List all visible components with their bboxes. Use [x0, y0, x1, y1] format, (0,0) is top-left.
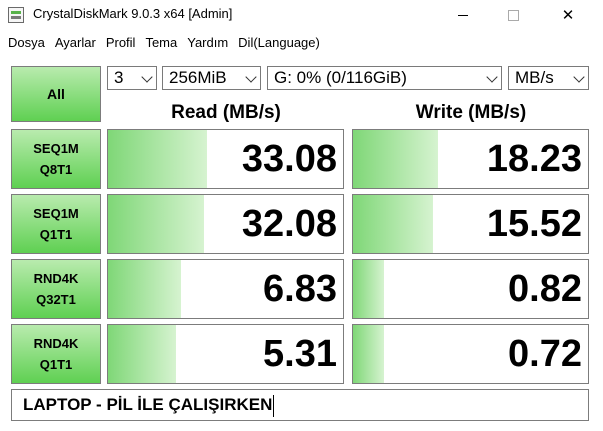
write-bar: [353, 130, 438, 188]
minimize-icon: [458, 14, 468, 16]
read-bar: [108, 325, 177, 383]
read-result: 6.83: [107, 259, 344, 319]
menu-profile[interactable]: Profil: [102, 35, 140, 50]
close-icon: ✕: [561, 7, 575, 24]
test-name: RND4K: [33, 271, 79, 286]
test-count-select[interactable]: 3: [107, 66, 157, 90]
drive-select[interactable]: G: 0% (0/116GiB): [267, 66, 502, 90]
write-result: 15.52: [352, 194, 589, 254]
comment-input[interactable]: LAPTOP - PİL İLE ÇALIŞIRKEN: [11, 389, 589, 421]
chevron-down-icon: [573, 71, 585, 83]
maximize-button[interactable]: [490, 0, 536, 30]
write-result: 0.82: [352, 259, 589, 319]
write-value: 18.23: [486, 137, 582, 180]
read-result: 32.08: [107, 194, 344, 254]
test-queue: Q8T1: [39, 162, 73, 177]
test-size-value: 256MiB: [169, 68, 227, 87]
close-button[interactable]: ✕: [545, 0, 591, 30]
write-bar: [353, 195, 433, 253]
window-title: CrystalDiskMark 9.0.3 x64 [Admin]: [33, 6, 233, 21]
menu-settings[interactable]: Ayarlar: [51, 35, 100, 50]
test-button-seq1m-q8t1[interactable]: SEQ1M Q8T1: [11, 129, 101, 189]
minimize-button[interactable]: [440, 0, 486, 30]
read-result: 33.08: [107, 129, 344, 189]
test-button-rnd4k-q1t1[interactable]: RND4K Q1T1: [11, 324, 101, 384]
write-bar: [353, 325, 384, 383]
test-size-select[interactable]: 256MiB: [162, 66, 261, 90]
write-value: 0.72: [508, 332, 582, 375]
test-count-value: 3: [114, 68, 124, 87]
write-result: 18.23: [352, 129, 589, 189]
read-value: 32.08: [241, 202, 337, 245]
menu-theme[interactable]: Tema: [141, 35, 181, 50]
main-panel: All 3 256MiB G: 0% (0/116GiB) MB/s Read …: [0, 56, 603, 431]
maximize-icon: [507, 9, 519, 21]
all-button[interactable]: All: [11, 66, 101, 122]
write-value: 15.52: [486, 202, 582, 245]
menu-bar: Dosya Ayarlar Profil Tema Yardım Dil(Lan…: [0, 30, 603, 54]
crystaldiskmark-icon: [8, 7, 24, 23]
write-bar: [353, 260, 384, 318]
menu-file[interactable]: Dosya: [4, 35, 49, 50]
read-bar: [108, 195, 205, 253]
write-result: 0.72: [352, 324, 589, 384]
read-result: 5.31: [107, 324, 344, 384]
read-header: Read (MB/s): [171, 102, 281, 123]
chevron-down-icon: [141, 71, 153, 83]
chevron-down-icon: [245, 71, 257, 83]
test-button-seq1m-q1t1[interactable]: SEQ1M Q1T1: [11, 194, 101, 254]
test-name: SEQ1M: [33, 206, 79, 221]
title-bar: CrystalDiskMark 9.0.3 x64 [Admin] ✕: [0, 0, 603, 30]
test-queue: Q1T1: [39, 227, 73, 242]
menu-language[interactable]: Dil(Language): [234, 35, 324, 50]
test-name: RND4K: [33, 336, 79, 351]
read-bar: [108, 260, 181, 318]
write-header: Write (MB/s): [415, 102, 527, 123]
drive-value: G: 0% (0/116GiB): [274, 68, 407, 87]
test-name: SEQ1M: [33, 141, 79, 156]
unit-select[interactable]: MB/s: [508, 66, 589, 90]
chevron-down-icon: [486, 71, 498, 83]
comment-text: LAPTOP - PİL İLE ÇALIŞIRKEN: [23, 395, 273, 414]
text-caret: [273, 394, 275, 417]
write-value: 0.82: [508, 267, 582, 310]
unit-value: MB/s: [515, 68, 554, 87]
read-bar: [108, 130, 207, 188]
read-value: 33.08: [241, 137, 337, 180]
menu-help[interactable]: Yardım: [183, 35, 232, 50]
test-button-rnd4k-q32t1[interactable]: RND4K Q32T1: [11, 259, 101, 319]
read-value: 6.83: [263, 267, 337, 310]
test-queue: Q1T1: [39, 357, 73, 372]
test-queue: Q32T1: [36, 292, 76, 307]
read-value: 5.31: [263, 332, 337, 375]
